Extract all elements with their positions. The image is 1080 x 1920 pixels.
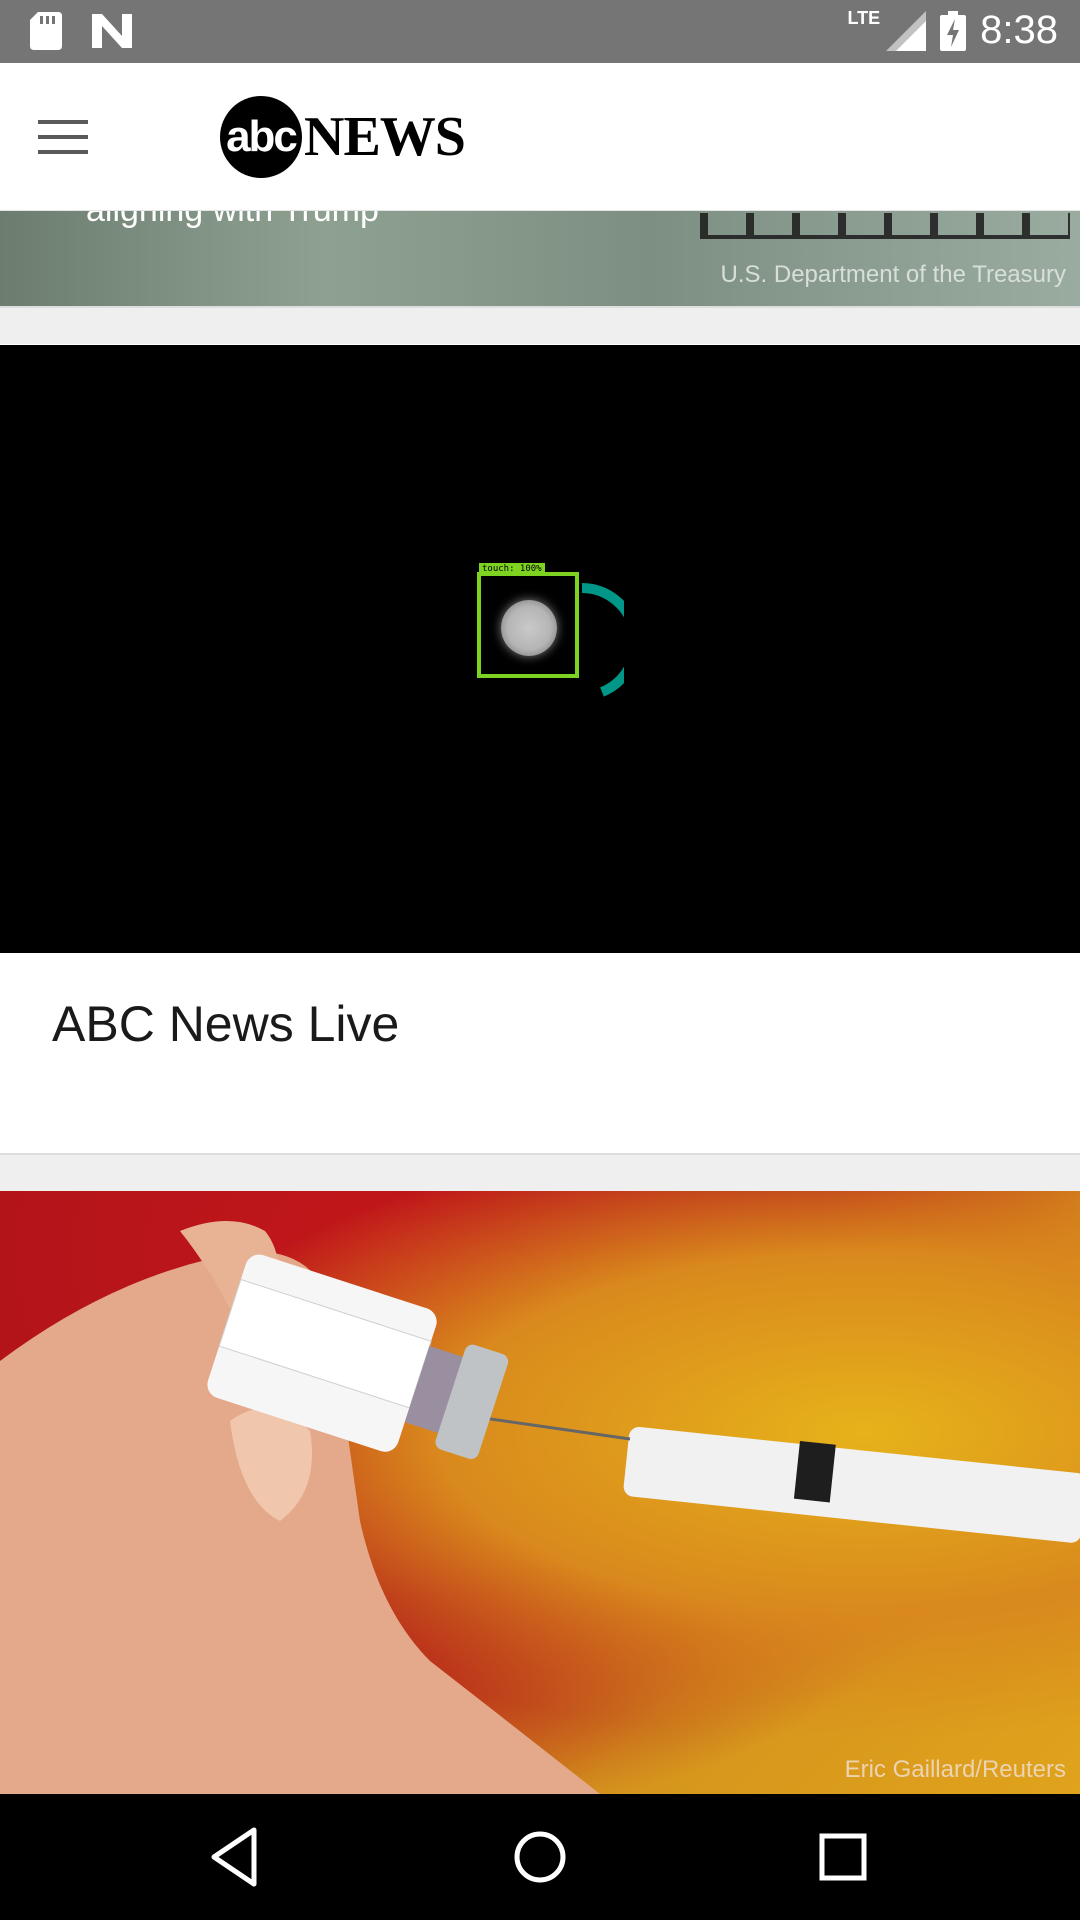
app-bar: abc NEWS <box>0 63 1080 211</box>
vaccine-illustration <box>0 1221 1080 1794</box>
check-digits-decoration <box>700 213 1070 239</box>
home-icon[interactable] <box>505 1824 575 1890</box>
section-divider <box>0 306 1080 344</box>
abc-news-logo[interactable]: abc NEWS <box>220 96 466 178</box>
navigation-bar <box>0 1794 1080 1920</box>
status-bar-right: LTE 8:38 <box>839 8 1058 53</box>
network-type-label: LTE <box>847 8 881 28</box>
status-bar-left <box>30 12 132 50</box>
top-story-headline[interactable]: aligning with Trump <box>86 211 379 230</box>
status-bar: LTE 8:38 <box>0 0 1080 63</box>
news-logo-word: NEWS <box>304 106 466 168</box>
back-icon[interactable] <box>202 1824 272 1890</box>
live-card[interactable]: ABC News Live <box>0 953 1080 1153</box>
menu-button[interactable] <box>38 107 108 167</box>
live-card-title[interactable]: ABC News Live <box>52 995 399 1053</box>
vaccine-story-image[interactable]: Eric Gaillard/Reuters <box>0 1191 1080 1794</box>
touch-overlay-box <box>477 572 579 678</box>
n-notification-icon <box>92 14 132 48</box>
clock: 8:38 <box>980 8 1058 52</box>
vaccine-photo-credit: Eric Gaillard/Reuters <box>844 1756 1066 1783</box>
hamburger-menu-icon <box>38 120 88 124</box>
top-story-image[interactable]: aligning with Trump U.S. Department of t… <box>0 211 1080 306</box>
top-story-photo-credit: U.S. Department of the Treasury <box>720 261 1066 288</box>
sd-card-icon <box>30 12 62 50</box>
signal-icon <box>886 10 927 51</box>
abc-logo-circle: abc <box>220 96 302 178</box>
touch-overlay-label: touch: 100% <box>479 563 545 575</box>
battery-charging-icon <box>940 10 967 51</box>
recents-icon[interactable] <box>808 1824 878 1890</box>
section-divider <box>0 1153 1080 1191</box>
